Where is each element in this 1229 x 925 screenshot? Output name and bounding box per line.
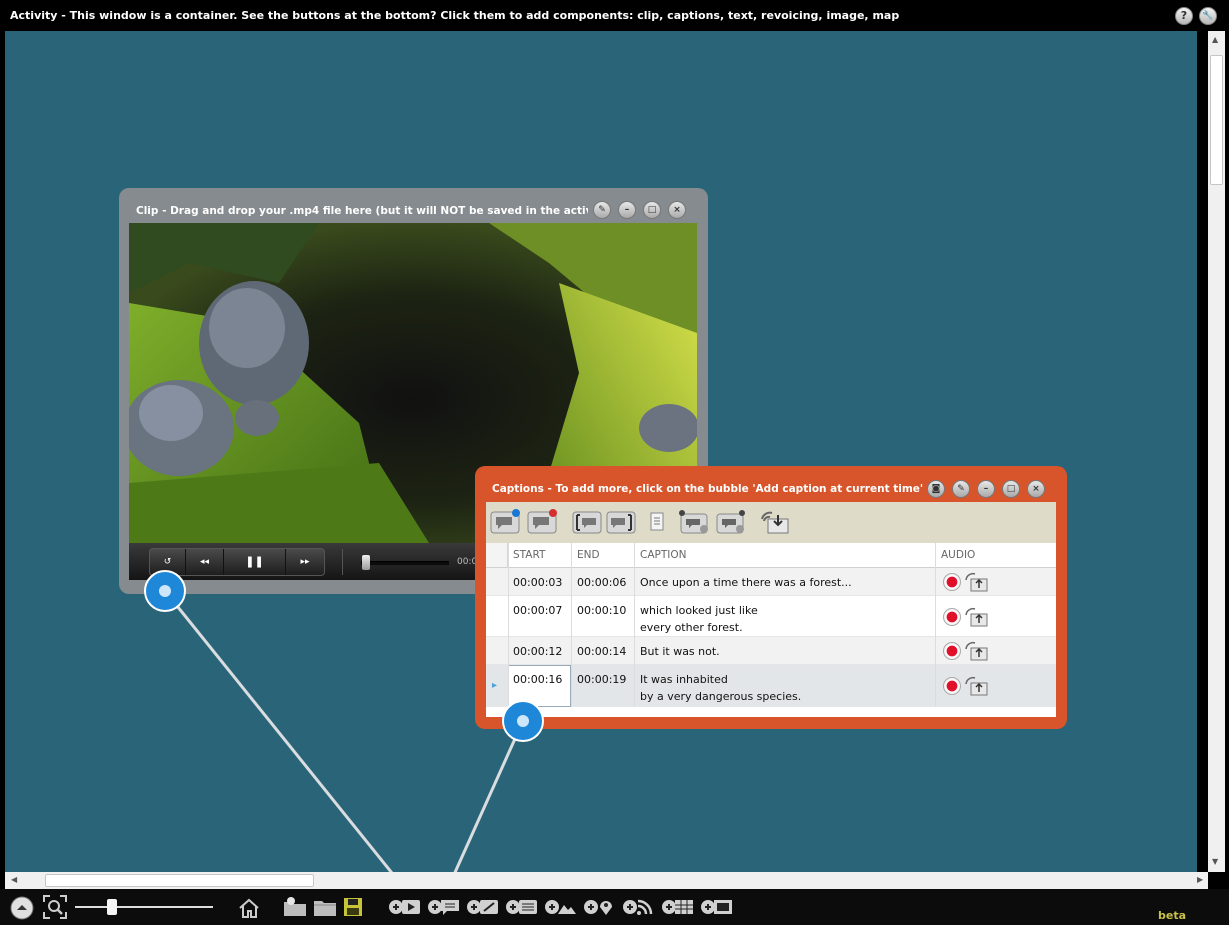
settings-button[interactable]: 🔧: [1199, 7, 1217, 25]
clip-minimize-button[interactable]: –: [618, 201, 636, 219]
record-audio-button[interactable]: [943, 642, 961, 660]
captions-toolbar: [486, 502, 1056, 543]
go-to-start-icon[interactable]: [678, 509, 710, 535]
start-cell[interactable]: 00:00:07: [513, 603, 562, 619]
add-text-icon[interactable]: [466, 897, 500, 917]
upload-audio-icon[interactable]: [964, 676, 988, 696]
control-divider: [342, 549, 343, 575]
start-cell[interactable]: 00:00:16: [513, 672, 562, 688]
row-header-corner: [486, 543, 508, 568]
column-divider: [935, 543, 936, 707]
add-frame-icon[interactable]: [700, 897, 734, 917]
clip-maximize-button[interactable]: □: [643, 201, 661, 219]
go-to-end-icon[interactable]: [714, 509, 746, 535]
horizontal-scrollbar[interactable]: ◀ ▶: [5, 872, 1208, 889]
new-activity-icon[interactable]: [282, 897, 308, 917]
caption-cell[interactable]: Once upon a time there was a forest...: [640, 575, 852, 591]
upload-audio-icon[interactable]: [964, 641, 988, 661]
horizontal-scroll-thumb[interactable]: [45, 874, 314, 887]
export-text-icon[interactable]: [648, 509, 666, 535]
home-icon[interactable]: [238, 897, 260, 919]
add-caption-icon[interactable]: [490, 509, 522, 535]
clip-settings-button[interactable]: ✎: [593, 201, 611, 219]
vertical-scroll-thumb[interactable]: [1210, 55, 1223, 185]
column-divider: [571, 543, 572, 707]
upload-audio-icon[interactable]: [964, 572, 988, 592]
column-caption[interactable]: CAPTION: [640, 549, 686, 561]
set-end-time-icon[interactable]: [606, 509, 638, 535]
end-cell[interactable]: 00:00:06: [577, 575, 626, 591]
record-audio-button[interactable]: [943, 573, 961, 591]
selected-row-indicator: ▸: [492, 680, 498, 691]
caption-cell-line-2[interactable]: by a very dangerous species.: [640, 689, 801, 705]
end-cell[interactable]: 00:00:19: [577, 672, 626, 688]
column-end[interactable]: END: [577, 549, 600, 561]
beta-label: beta: [1158, 909, 1187, 922]
caption-cell-line-1[interactable]: which looked just like: [640, 603, 758, 619]
fast-forward-button[interactable]: ▸▸: [286, 549, 324, 575]
column-start[interactable]: START: [513, 549, 545, 561]
start-cell[interactable]: 00:00:03: [513, 575, 562, 591]
pause-button[interactable]: ❚❚: [224, 549, 286, 575]
end-cell[interactable]: 00:00:10: [577, 603, 626, 619]
scroll-down-icon[interactable]: ▼: [1212, 857, 1218, 866]
import-audio-icon[interactable]: [758, 509, 790, 535]
scroll-right-icon[interactable]: ▶: [1197, 875, 1203, 884]
clip-close-button[interactable]: ×: [668, 201, 686, 219]
clip-window-title[interactable]: Clip - Drag and drop your .mp4 file here…: [136, 205, 588, 217]
caption-cell-line-2[interactable]: every other forest.: [640, 620, 743, 636]
caption-cell-line-1[interactable]: It was inhabited: [640, 672, 728, 688]
column-divider: [508, 543, 509, 707]
captions-window[interactable]: Captions - To add more, click on the bub…: [475, 466, 1067, 729]
captions-minimize-button[interactable]: –: [977, 480, 995, 498]
add-feed-icon[interactable]: [622, 897, 656, 917]
loop-button[interactable]: ↺: [150, 549, 186, 575]
record-audio-button[interactable]: [943, 608, 961, 626]
column-audio[interactable]: AUDIO: [941, 549, 975, 561]
captions-maximize-button[interactable]: □: [1002, 480, 1020, 498]
start-cell[interactable]: 00:00:12: [513, 644, 562, 660]
zoom-fit-icon[interactable]: [42, 894, 68, 920]
end-cell[interactable]: 00:00:14: [577, 644, 626, 660]
title-bar: Activity - This window is a container. S…: [0, 0, 1229, 31]
bottom-toolbar: beta: [0, 889, 1229, 925]
captions-window-title[interactable]: Captions - To add more, click on the bub…: [492, 483, 923, 495]
captions-close-button[interactable]: ×: [1027, 480, 1045, 498]
add-image-icon[interactable]: [544, 897, 578, 917]
record-audio-button[interactable]: [943, 677, 961, 695]
scroll-left-icon[interactable]: ◀: [11, 875, 17, 884]
scroll-up-icon[interactable]: ▲: [1212, 35, 1218, 44]
zoom-slider-handle[interactable]: [107, 899, 117, 915]
help-button[interactable]: ?: [1175, 7, 1193, 25]
app-root: Activity - This window is a container. S…: [0, 0, 1229, 925]
delete-caption-icon[interactable]: [527, 509, 559, 535]
zoom-slider-track[interactable]: [75, 906, 213, 908]
seek-bar[interactable]: [361, 561, 449, 565]
column-divider: [634, 543, 635, 707]
save-icon[interactable]: [343, 897, 363, 917]
captions-camera-button[interactable]: ◙: [927, 480, 945, 498]
caption-cell[interactable]: But it was not.: [640, 644, 720, 660]
add-map-icon[interactable]: [583, 897, 617, 917]
set-start-time-icon[interactable]: [572, 509, 604, 535]
collapse-up-icon[interactable]: [10, 896, 34, 920]
add-clip-icon[interactable]: [388, 897, 422, 917]
add-revoicing-icon[interactable]: [505, 897, 539, 917]
add-table-icon[interactable]: [661, 897, 695, 917]
add-captions-icon[interactable]: [427, 897, 461, 917]
captions-table: START END CAPTION AUDIO 00:00:03 00:00:0…: [486, 543, 1056, 717]
captions-settings-button[interactable]: ✎: [952, 480, 970, 498]
window-title: Activity - This window is a container. S…: [10, 9, 900, 22]
upload-audio-icon[interactable]: [964, 607, 988, 627]
player-buttons: ↺ ◂◂ ❚❚ ▸▸: [149, 548, 325, 576]
seek-handle[interactable]: [362, 555, 370, 570]
open-folder-icon[interactable]: [313, 897, 337, 917]
rewind-button[interactable]: ◂◂: [186, 549, 224, 575]
vertical-scrollbar[interactable]: ▲ ▼: [1208, 31, 1225, 872]
